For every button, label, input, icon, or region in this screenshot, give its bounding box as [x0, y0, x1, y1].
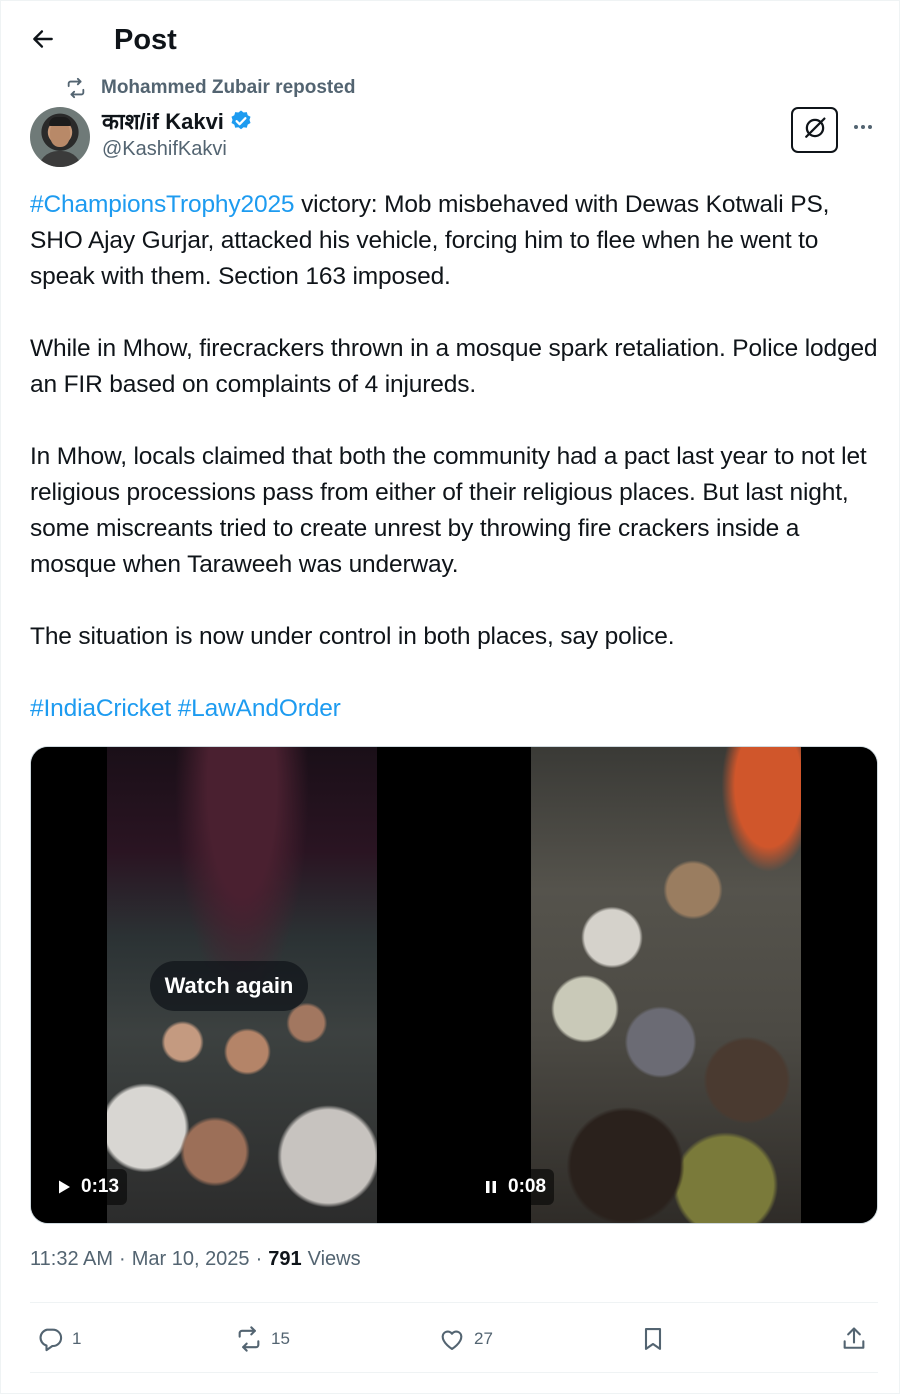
- post-page: Post Mohammed Zubair reposted काश/if Kak…: [0, 0, 900, 1394]
- divider: [30, 1372, 878, 1373]
- play-icon: [53, 1176, 75, 1198]
- pause-icon: [480, 1176, 502, 1198]
- bookmark-button[interactable]: [637, 1323, 669, 1355]
- page-title: Post: [114, 24, 177, 56]
- video-1[interactable]: Watch again 0:13: [31, 747, 452, 1223]
- avatar[interactable]: [30, 107, 90, 167]
- post-paragraph: While in Mhow, firecrackers thrown in a …: [30, 331, 880, 403]
- grok-icon: [800, 113, 830, 148]
- bookmark-icon: [637, 1323, 669, 1355]
- views-count: 791: [268, 1248, 302, 1270]
- post-paragraph: #ChampionsTrophy2025 victory: Mob misbeh…: [30, 187, 880, 295]
- repost-icon: [63, 75, 89, 101]
- meta-separator: ·: [255, 1248, 263, 1270]
- share-icon: [838, 1323, 870, 1355]
- video-1-play-button[interactable]: 0:13: [47, 1169, 128, 1205]
- post-text: #ChampionsTrophy2025 victory: Mob misbeh…: [30, 187, 880, 727]
- meta-separator: ·: [119, 1248, 126, 1270]
- video-1-duration: 0:13: [81, 1176, 120, 1197]
- grok-button[interactable]: [791, 107, 838, 153]
- post-text-segment: The situation is now under control in bo…: [30, 623, 675, 650]
- post-text-segment: While in Mhow, firecrackers thrown in a …: [30, 335, 885, 398]
- video-2-pause-button[interactable]: 0:08: [474, 1169, 555, 1205]
- repost-count: 15: [271, 1329, 290, 1348]
- watch-again-button[interactable]: Watch again: [150, 961, 308, 1011]
- action-bar: 1 15 27: [30, 1311, 878, 1367]
- verified-badge-icon: [229, 109, 253, 133]
- post-time[interactable]: 11:32 AM: [30, 1248, 113, 1271]
- post-text-segment: In Mhow, locals claimed that both the co…: [30, 443, 874, 578]
- video-2-frame: [531, 747, 801, 1223]
- divider: [30, 1302, 878, 1303]
- post-text-segment: [171, 695, 178, 722]
- reply-button[interactable]: 1: [34, 1323, 81, 1355]
- repost-icon: [233, 1323, 265, 1355]
- post-paragraph: The situation is now under control in bo…: [30, 619, 880, 655]
- hashtag-link[interactable]: #IndiaCricket: [30, 695, 171, 722]
- hashtag-link[interactable]: #LawAndOrder: [178, 695, 341, 722]
- repost-context[interactable]: Mohammed Zubair reposted: [63, 75, 355, 101]
- more-options-button[interactable]: [847, 113, 879, 145]
- repost-button[interactable]: 15: [233, 1323, 290, 1355]
- author-display-name[interactable]: काश/if Kakvi: [102, 106, 224, 136]
- video-2-duration: 0:08: [508, 1176, 547, 1197]
- like-count: 27: [474, 1329, 493, 1348]
- post-metadata: 11:32 AM · Mar 10, 2025 · 791 Views: [30, 1248, 361, 1271]
- page-header: Post: [1, 1, 900, 79]
- views-label: Views: [307, 1248, 361, 1270]
- hashtag-link[interactable]: #ChampionsTrophy2025: [30, 191, 295, 218]
- author-handle[interactable]: @KashifKakvi: [102, 138, 227, 161]
- share-button[interactable]: [838, 1323, 870, 1355]
- reply-icon: [34, 1323, 66, 1355]
- media-grid: Watch again 0:13 0:08: [30, 746, 878, 1224]
- heart-icon: [436, 1323, 468, 1355]
- post-paragraph: #IndiaCricket #LawAndOrder: [30, 691, 880, 727]
- reply-count: 1: [72, 1329, 82, 1348]
- video-2[interactable]: 0:08: [456, 747, 877, 1223]
- post-paragraph: In Mhow, locals claimed that both the co…: [30, 439, 880, 583]
- more-dots-icon: [851, 115, 875, 144]
- like-button[interactable]: 27: [436, 1323, 493, 1355]
- arrow-left-icon: [30, 26, 56, 57]
- post-date[interactable]: Mar 10, 2025: [132, 1248, 250, 1271]
- author-name-row: काश/if Kakvi: [102, 107, 253, 135]
- repost-text: Mohammed Zubair reposted: [101, 77, 356, 98]
- back-button[interactable]: [23, 23, 63, 59]
